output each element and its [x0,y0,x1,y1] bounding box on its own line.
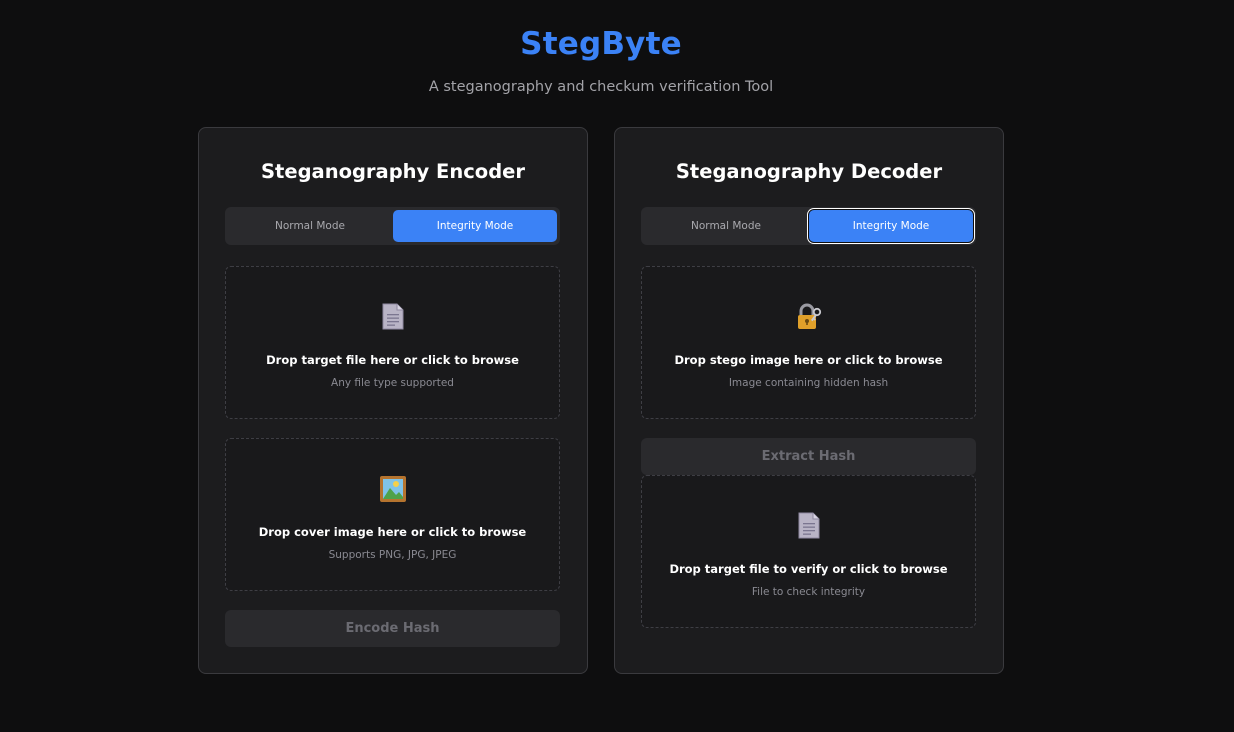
decoder-normal-mode-button[interactable]: Normal Mode [644,210,808,242]
document-icon [226,303,559,330]
app-title: StegByte [520,26,682,62]
lock-key-icon [642,303,975,331]
stego-image-dropzone[interactable]: Drop stego image here or click to browse… [641,266,976,419]
encoder-title: Steganography Encoder [260,160,526,183]
verify-file-dropzone[interactable]: Drop target file to verify or click to b… [641,475,976,628]
extract-hash-button[interactable]: Extract Hash [641,438,976,475]
decoder-title: Steganography Decoder [675,160,943,183]
stego-dropzone-subtitle: Image containing hidden hash [728,377,889,389]
encoder-normal-mode-button[interactable]: Normal Mode [228,210,392,242]
encoder-integrity-mode-button[interactable]: Integrity Mode [393,210,557,242]
target-dropzone-subtitle: Any file type supported [331,377,454,389]
app-subtitle: A steganography and checkum verification… [428,79,774,95]
target-file-dropzone[interactable]: Drop target file here or click to browse… [225,266,560,419]
cover-dropzone-title: Drop cover image here or click to browse [258,525,527,539]
cover-image-dropzone[interactable]: Drop cover image here or click to browse… [225,438,560,591]
verify-dropzone-subtitle: File to check integrity [751,586,866,598]
decoder-integrity-mode-button[interactable]: Integrity Mode [809,210,973,242]
cover-dropzone-subtitle: Supports PNG, JPG, JPEG [328,549,457,561]
decoder-panel: Steganography Decoder Normal Mode Integr… [614,127,1004,674]
encoder-panel: Steganography Encoder Normal Mode Integr… [198,127,588,674]
stego-dropzone-title: Drop stego image here or click to browse [674,353,943,367]
encode-hash-button[interactable]: Encode Hash [225,610,560,647]
picture-icon [226,475,559,503]
document-icon [642,512,975,539]
verify-dropzone-title: Drop target file to verify or click to b… [669,562,948,576]
target-dropzone-title: Drop target file here or click to browse [266,353,519,367]
decoder-mode-toggle: Normal Mode Integrity Mode [641,207,976,245]
encoder-mode-toggle: Normal Mode Integrity Mode [225,207,560,245]
